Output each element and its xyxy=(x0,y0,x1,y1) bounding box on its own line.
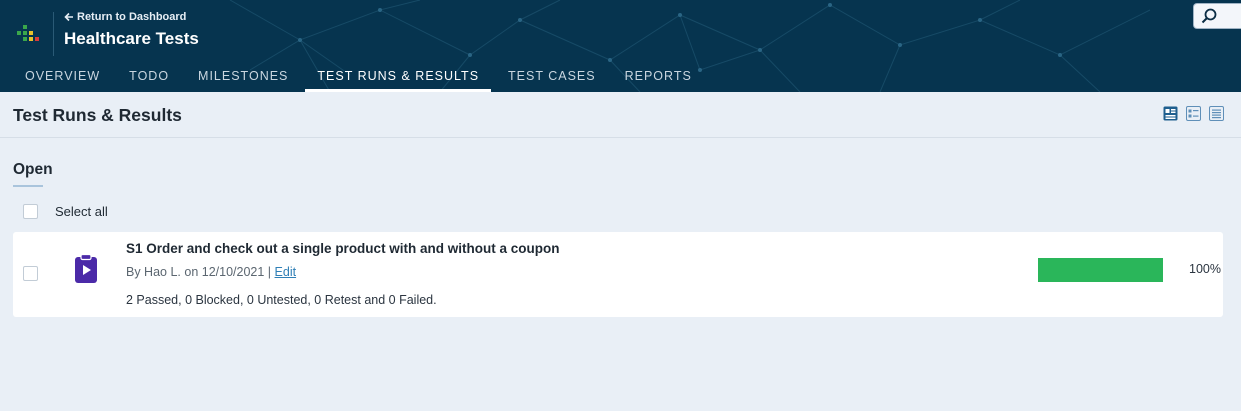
title-divider xyxy=(0,137,1241,138)
project-tabs: OVERVIEW TODO MILESTONES TEST RUNS & RES… xyxy=(0,60,709,92)
tab-test-runs-results[interactable]: TEST RUNS & RESULTS xyxy=(305,60,491,92)
page-title: Test Runs & Results xyxy=(13,105,182,125)
tab-overview[interactable]: OVERVIEW xyxy=(13,60,112,92)
test-run-title[interactable]: S1 Order and check out a single product … xyxy=(126,241,560,256)
search-button[interactable] xyxy=(1193,3,1241,29)
compact-view-icon[interactable] xyxy=(1186,106,1201,121)
test-run-summary: 2 Passed, 0 Blocked, 0 Untested, 0 Retes… xyxy=(126,293,437,307)
test-run-clipboard-icon[interactable] xyxy=(74,254,98,284)
test-run-card: S1 Order and check out a single product … xyxy=(13,232,1223,317)
project-title: Healthcare Tests xyxy=(64,29,199,48)
select-all-checkbox[interactable] xyxy=(23,204,38,219)
tab-test-cases[interactable]: TEST CASES xyxy=(496,60,608,92)
progress-bar-fill xyxy=(1038,258,1163,282)
app-logo-icon[interactable] xyxy=(17,22,41,46)
list-view-icon[interactable] xyxy=(1209,106,1224,121)
test-run-author-date: By Hao L. on 12/10/2021 xyxy=(126,265,265,279)
edit-run-link[interactable]: Edit xyxy=(275,265,297,279)
test-run-progress-bar xyxy=(1038,258,1163,282)
progress-percent-label: 100% xyxy=(1189,262,1221,276)
meta-separator: | xyxy=(267,265,272,279)
app-header: Return to Dashboard Healthcare Tests OVE… xyxy=(0,0,1241,92)
tab-milestones[interactable]: MILESTONES xyxy=(186,60,300,92)
tab-todo[interactable]: TODO xyxy=(117,60,181,92)
section-title-open: Open xyxy=(13,161,53,178)
view-mode-switcher xyxy=(1163,106,1224,121)
return-to-dashboard-label: Return to Dashboard xyxy=(77,11,187,23)
test-run-checkbox[interactable] xyxy=(23,266,38,281)
tab-reports[interactable]: REPORTS xyxy=(613,60,704,92)
search-icon xyxy=(1201,8,1217,24)
arrow-left-icon xyxy=(64,12,73,22)
detailed-view-icon[interactable] xyxy=(1163,106,1178,121)
logo-divider xyxy=(53,12,54,56)
return-to-dashboard-link[interactable]: Return to Dashboard xyxy=(64,10,186,24)
select-all-label: Select all xyxy=(55,204,108,219)
section-title-underline xyxy=(13,185,43,187)
test-run-meta: By Hao L. on 12/10/2021 | Edit xyxy=(126,265,296,279)
